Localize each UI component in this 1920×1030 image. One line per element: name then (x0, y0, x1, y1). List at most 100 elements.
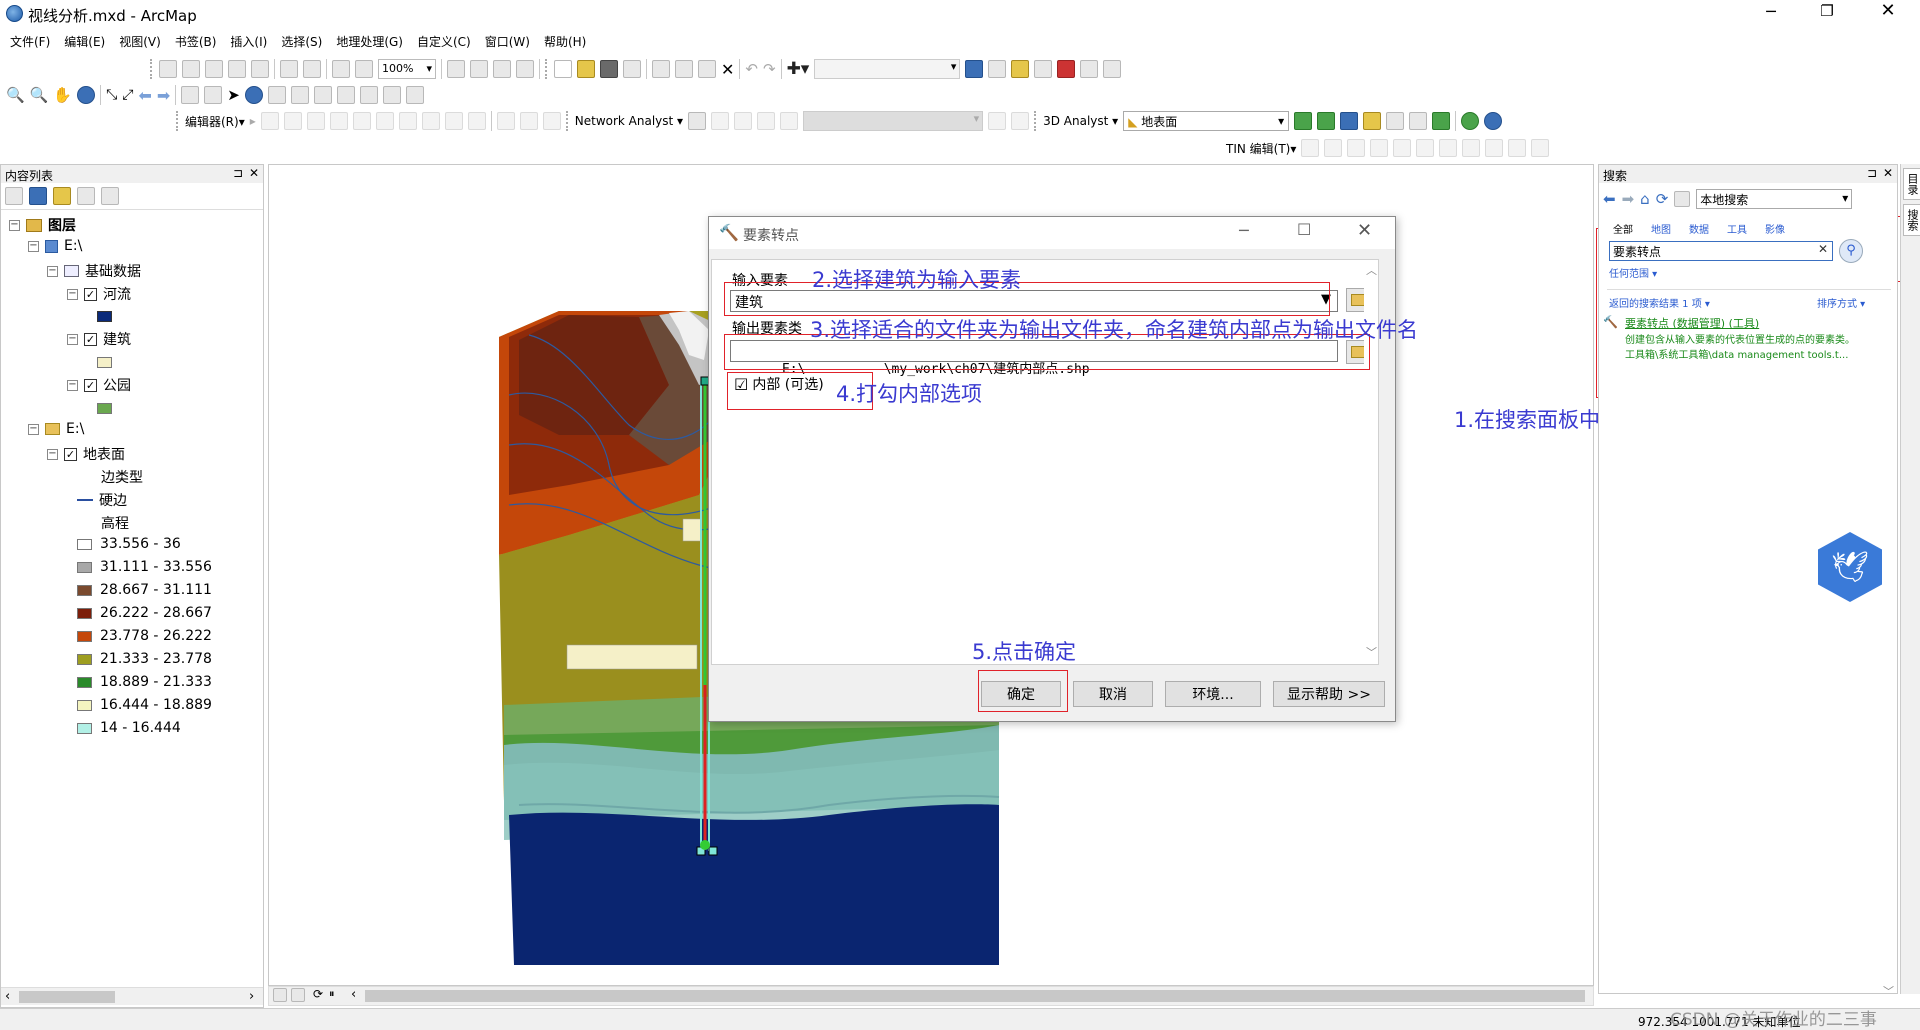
toolbar-icon[interactable] (398, 112, 417, 130)
close-button[interactable]: ✕ (1868, 0, 1908, 26)
network-combo[interactable]: ▾ (803, 111, 984, 131)
side-tab-catalog[interactable]: 目录 (1903, 168, 1920, 200)
toolbar-icon[interactable] (1439, 139, 1458, 157)
toolbar-icon[interactable] (280, 60, 298, 78)
zoom-in-icon[interactable]: 🔍 (6, 86, 25, 104)
paste-icon[interactable] (698, 60, 716, 78)
tin-edit-menu[interactable]: TIN 编辑(T)▾ (1226, 140, 1296, 157)
measure-icon[interactable] (313, 86, 332, 104)
environments-button[interactable]: 环境... (1165, 681, 1261, 707)
collapse-icon[interactable]: − (9, 219, 20, 231)
options-icon[interactable] (101, 187, 119, 205)
toolbar-icon[interactable] (496, 112, 515, 130)
edit-tool-icon[interactable]: ▸ (250, 114, 256, 128)
menu-bookmarks[interactable]: 书签(B) (175, 33, 217, 53)
toolbar-icon[interactable] (988, 112, 1007, 130)
list-by-drawing-order-icon[interactable] (5, 187, 23, 205)
toolbar-icon[interactable] (329, 112, 348, 130)
3d-analyst-menu[interactable]: 3D Analyst ▾ (1043, 114, 1118, 128)
view-options-icon[interactable] (1674, 191, 1691, 207)
layout-view-icon[interactable] (291, 988, 305, 1002)
map-scroll-bar[interactable]: ⟳ ⏸ ‹ (268, 986, 1594, 1006)
toolbar-icon[interactable] (542, 112, 561, 130)
new-document-icon[interactable] (554, 60, 572, 78)
find-route-icon[interactable] (359, 86, 378, 104)
pause-icon[interactable]: ⏸ (329, 987, 335, 1001)
collapse-icon[interactable]: − (28, 423, 39, 435)
sort-by-link[interactable]: 排序方式 ▾ (1817, 295, 1865, 310)
toc-folder-1[interactable]: − E:\ (28, 238, 82, 254)
editor-menu[interactable]: 编辑器(R)▾ (185, 113, 245, 130)
collapse-icon[interactable]: − (67, 288, 78, 300)
clear-icon[interactable]: ✕ (1818, 242, 1828, 256)
close-icon[interactable]: ✕ (249, 166, 259, 180)
visibility-checkbox[interactable]: ✓ (84, 287, 97, 301)
search-input[interactable]: 要素转点 ✕ (1609, 241, 1833, 261)
tab-tools[interactable]: 工具 (1727, 221, 1747, 236)
toc-group-basic-data[interactable]: − 基础数据 (47, 261, 141, 281)
toolbar-icon[interactable] (516, 60, 534, 78)
toolbar-icon[interactable] (1011, 112, 1030, 130)
toc-root[interactable]: − 图层 (9, 215, 76, 235)
show-help-button[interactable]: 显示帮助 >> (1273, 681, 1385, 707)
any-extent-link[interactable]: 任何范围 ▾ (1609, 265, 1657, 280)
collapse-icon[interactable]: − (47, 448, 58, 460)
toolbar-icon[interactable] (467, 112, 486, 130)
open-folder-icon[interactable] (577, 60, 595, 78)
network-analyst-window-icon[interactable] (688, 112, 707, 130)
pin-icon[interactable]: ⊐ (1867, 166, 1877, 180)
profile-graph-icon[interactable] (1363, 112, 1382, 130)
interpolate-point-icon[interactable] (1386, 112, 1405, 130)
toc-layer-building[interactable]: − ✓ 建筑 (67, 329, 131, 349)
toolbar-icon[interactable] (470, 60, 488, 78)
list-by-selection-icon[interactable] (77, 187, 95, 205)
collapse-icon[interactable]: − (28, 240, 39, 252)
toolbar-icon[interactable] (1347, 139, 1366, 157)
toolbar-icon[interactable] (519, 112, 538, 130)
identify-icon[interactable] (244, 86, 263, 104)
scroll-up-icon[interactable]: ︿ (1366, 262, 1377, 278)
toc-layer-park[interactable]: − ✓ 公园 (67, 375, 131, 395)
toolbar-icon[interactable] (1485, 139, 1504, 157)
redo-icon[interactable]: ↷ (763, 60, 776, 78)
data-view-icon[interactable] (273, 988, 287, 1002)
interpolate-polygon-icon[interactable] (1432, 112, 1451, 130)
steepest-path-icon[interactable] (1317, 112, 1336, 130)
select-features-icon[interactable] (181, 86, 200, 104)
tab-images[interactable]: 影像 (1765, 221, 1785, 236)
dialog-maximize-button[interactable]: ☐ (1297, 220, 1311, 239)
menu-file[interactable]: 文件(F) (10, 33, 50, 53)
toolbar-icon[interactable] (1301, 139, 1320, 157)
pan-icon[interactable]: ✋ (53, 86, 72, 104)
copy-icon[interactable] (675, 60, 693, 78)
python-window-icon[interactable] (1080, 60, 1099, 78)
toc-folder-2[interactable]: − E:\ (28, 421, 84, 437)
scroll-left-icon[interactable]: ‹ (351, 987, 356, 1002)
close-icon[interactable]: ✕ (1883, 166, 1893, 180)
toolbar-icon[interactable] (734, 112, 753, 130)
toolbar-icon[interactable] (205, 60, 223, 78)
undo-icon[interactable]: ↶ (745, 60, 758, 78)
toolbar-icon[interactable] (780, 112, 799, 130)
time-slider-icon[interactable] (405, 86, 424, 104)
arcglobe-icon[interactable] (1484, 112, 1503, 130)
scroll-right-icon[interactable]: › (249, 989, 254, 1004)
map-scroll-thumb[interactable] (365, 990, 1585, 1002)
toc-layer-river[interactable]: − ✓ 河流 (67, 284, 131, 304)
network-analyst-menu[interactable]: Network Analyst ▾ (575, 114, 683, 128)
menu-geoprocessing[interactable]: 地理处理(G) (336, 33, 403, 53)
scroll-down-icon[interactable]: ﹀ (1366, 644, 1377, 660)
back-icon[interactable]: ⬅ (138, 86, 151, 105)
add-data-icon[interactable]: ✚▾ (787, 59, 810, 79)
toolbar-icon[interactable] (1324, 139, 1343, 157)
forward-icon[interactable]: ➡ (157, 86, 170, 105)
toolbar-icon[interactable] (444, 112, 463, 130)
toolbar-icon[interactable] (159, 60, 177, 78)
full-extent-icon[interactable] (77, 86, 96, 104)
visibility-checkbox[interactable]: ✓ (64, 447, 77, 461)
toolbar-icon[interactable] (375, 112, 394, 130)
scope-combo[interactable]: 本地搜索 ▾ (1696, 189, 1853, 209)
toolbar-icon[interactable] (303, 60, 321, 78)
search-icon[interactable]: ⚲ (1839, 239, 1863, 263)
contour-icon[interactable] (1294, 112, 1313, 130)
